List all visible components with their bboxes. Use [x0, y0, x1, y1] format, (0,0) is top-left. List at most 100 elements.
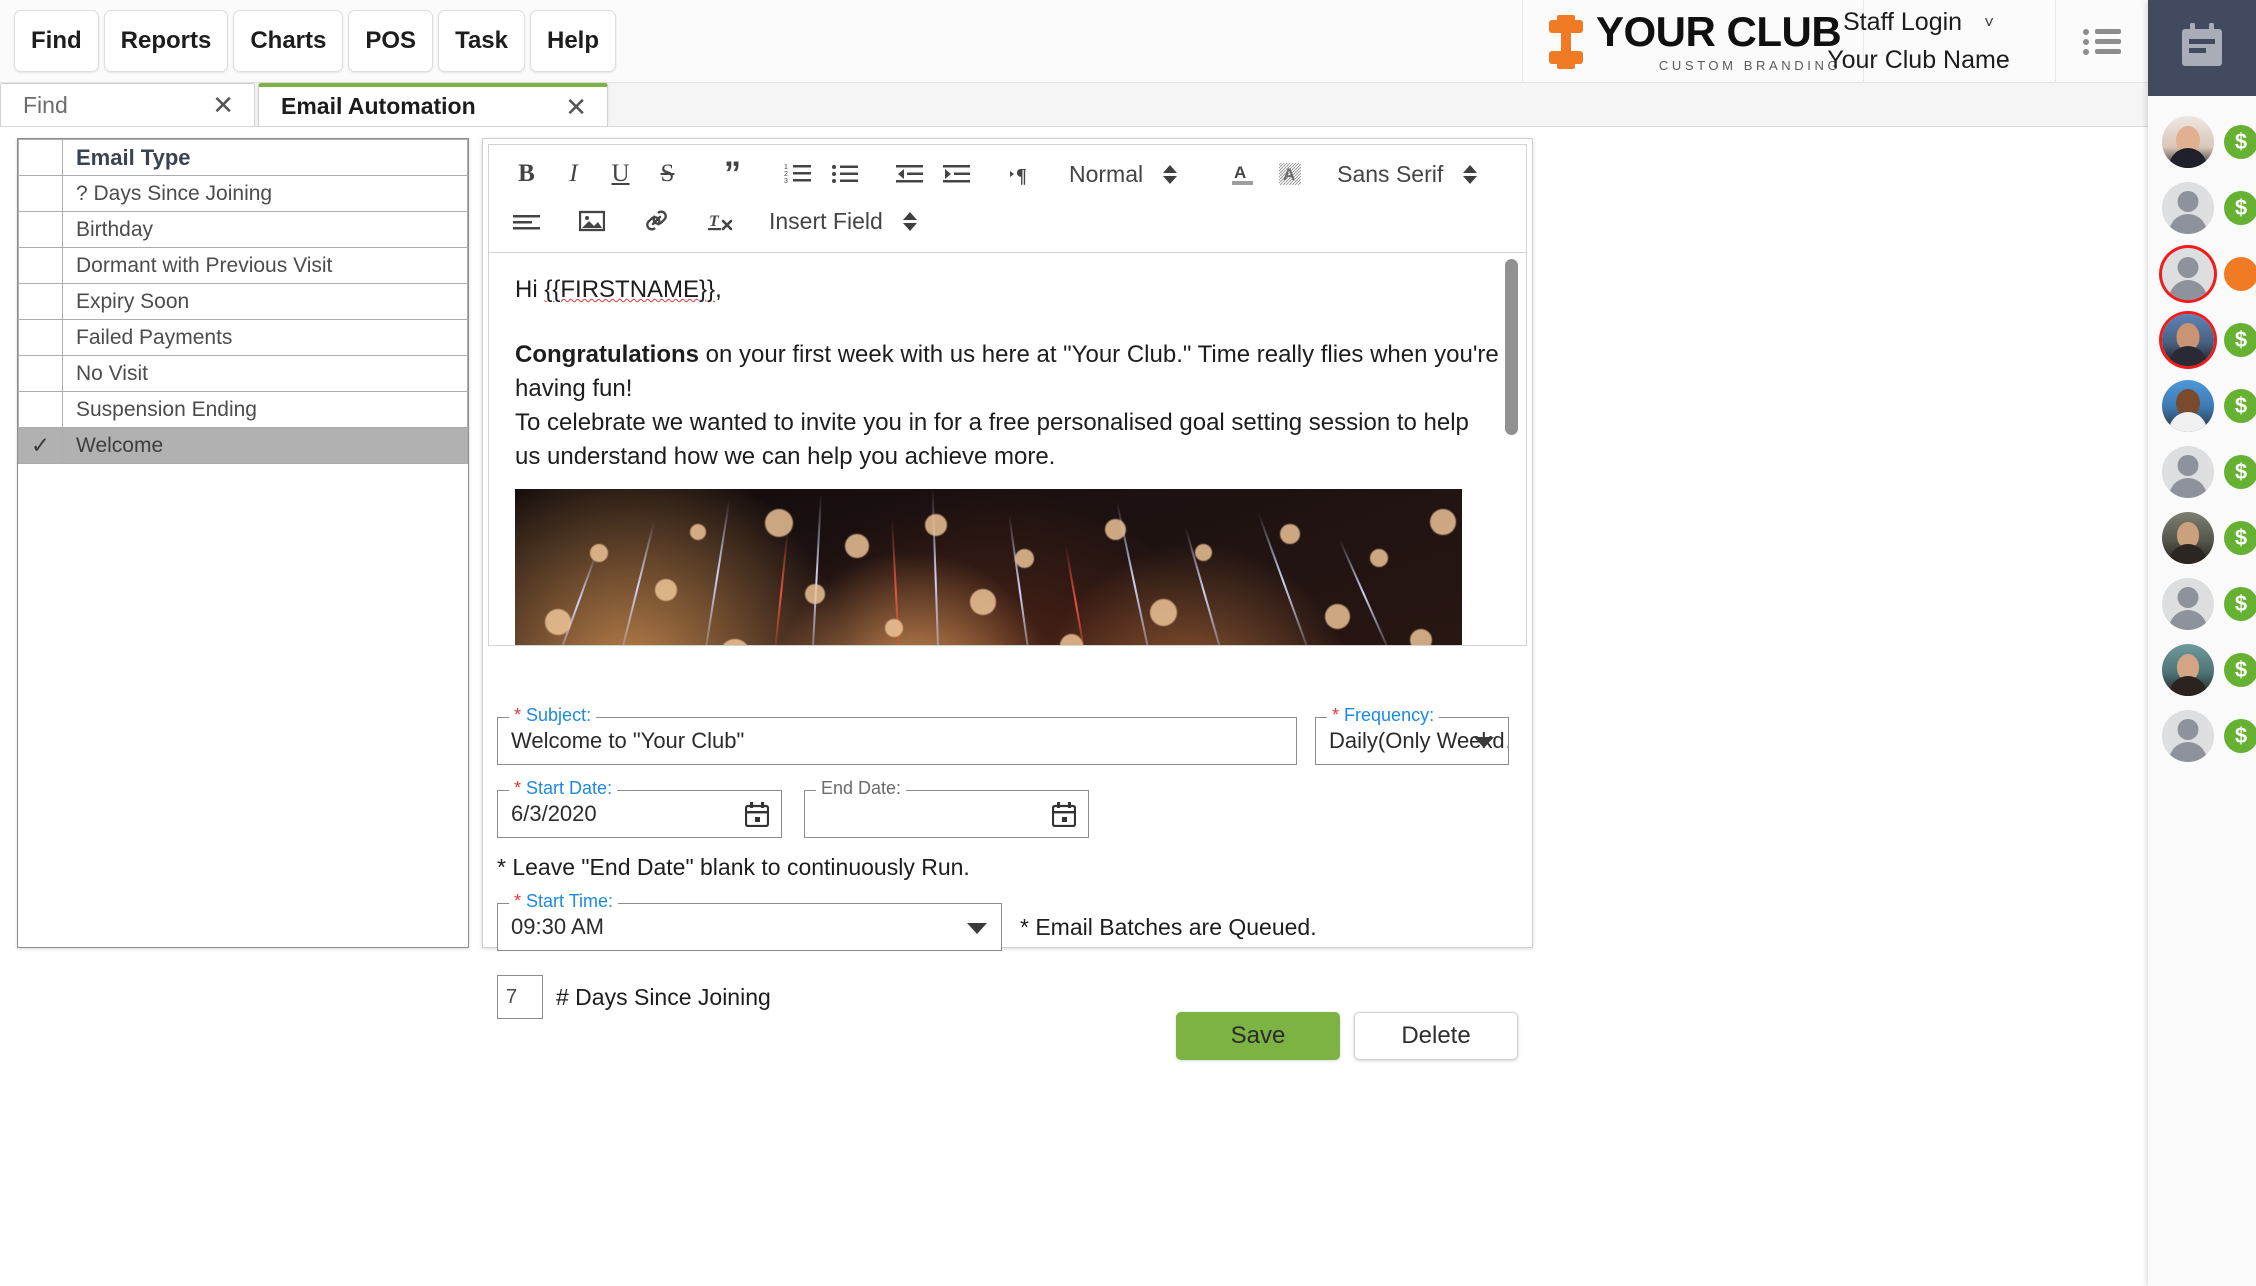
outdent-icon[interactable] [886, 155, 933, 193]
status-badge[interactable]: $ [2224, 719, 2256, 753]
status-badge[interactable]: $ [2224, 389, 2256, 423]
nav-find[interactable]: Find [14, 10, 99, 72]
underline-icon[interactable]: U [597, 155, 644, 193]
avatar[interactable] [2162, 314, 2214, 366]
subject-field[interactable]: * Subject: [497, 706, 1297, 765]
user-account-block[interactable]: Staff Login ˅ Your Club Name [1782, 0, 2056, 83]
bold-icon[interactable]: B [503, 155, 550, 193]
avatar[interactable] [2162, 578, 2214, 630]
dropdown-caret-icon[interactable] [967, 923, 987, 934]
rail-header[interactable] [2148, 0, 2256, 96]
subject-input[interactable] [498, 718, 1296, 764]
nav-pos[interactable]: POS [348, 10, 434, 72]
tab-find[interactable]: Find ✕ [0, 83, 255, 126]
action-button-row: Save Delete [483, 1012, 1532, 1060]
frequency-label: * Frequency: [1327, 705, 1440, 725]
delete-button[interactable]: Delete [1354, 1012, 1518, 1060]
nav-help[interactable]: Help [529, 10, 616, 72]
dropdown-caret-icon[interactable] [1474, 737, 1494, 748]
status-badge[interactable]: $ [2224, 125, 2256, 159]
start-time-label-text: Start Time: [526, 891, 614, 911]
email-body-content[interactable]: Hi {{FIRSTNAME}}, Congratulations on you… [489, 253, 1526, 645]
avatar[interactable] [2162, 116, 2214, 168]
list-item[interactable]: $ [2148, 446, 2256, 498]
date-row: * Start Date: End Date: [497, 779, 1518, 838]
link-icon[interactable] [633, 202, 680, 240]
email-type-column-header: Email Type [62, 139, 468, 176]
list-item[interactable]: $ [2148, 182, 2256, 234]
table-row[interactable]: Birthday [18, 211, 468, 248]
list-item[interactable]: $ [2148, 578, 2256, 630]
avatar[interactable] [2162, 446, 2214, 498]
svg-text:3: 3 [784, 178, 788, 185]
list-item[interactable]: $ [2148, 710, 2256, 762]
table-row[interactable]: Expiry Soon [18, 283, 468, 320]
menu-list-button[interactable] [2056, 0, 2148, 83]
avatar[interactable] [2162, 512, 2214, 564]
blockquote-icon[interactable]: ” [709, 155, 756, 193]
nav-charts[interactable]: Charts [233, 10, 344, 72]
end-date-field[interactable]: End Date: [804, 779, 1089, 838]
table-row[interactable]: Suspension Ending [18, 391, 468, 428]
start-date-field[interactable]: * Start Date: [497, 779, 782, 838]
font-select[interactable]: Sans Serif [1331, 155, 1483, 193]
status-badge[interactable]: $ [2224, 653, 2256, 687]
save-button[interactable]: Save [1176, 1012, 1340, 1060]
calendar-icon[interactable] [744, 802, 770, 832]
merge-field-token: {{FIRSTNAME}} [544, 276, 716, 303]
status-badge[interactable]: $ [2224, 521, 2256, 555]
status-badge[interactable] [2224, 257, 2256, 291]
email-body-editor[interactable]: Hi {{FIRSTNAME}}, Congratulations on you… [488, 253, 1527, 646]
tab-find-close-icon[interactable]: ✕ [212, 92, 234, 118]
avatar[interactable] [2162, 644, 2214, 696]
status-badge[interactable]: $ [2224, 455, 2256, 489]
strikethrough-icon[interactable]: S [644, 155, 691, 193]
fireworks-banner-image [515, 489, 1462, 645]
editor-scrollbar-thumb[interactable] [1505, 259, 1518, 435]
background-color-icon[interactable]: A [1266, 155, 1313, 193]
row-check-cell [18, 355, 63, 392]
club-name-label: Your Club Name [1827, 46, 2010, 74]
ordered-list-icon[interactable]: 123 [774, 155, 821, 193]
heading-select[interactable]: Normal [1063, 155, 1183, 193]
status-badge[interactable]: $ [2224, 191, 2256, 225]
greeting-line: Hi {{FIRSTNAME}}, [515, 273, 1500, 307]
list-item[interactable]: $ [2148, 512, 2256, 564]
chevron-down-icon[interactable]: ˅ [1984, 13, 1994, 33]
clear-format-icon[interactable]: T [698, 202, 745, 240]
avatar[interactable] [2162, 380, 2214, 432]
table-row[interactable]: No Visit [18, 355, 468, 392]
required-marker: * [1332, 705, 1340, 725]
list-item[interactable]: $ [2148, 380, 2256, 432]
tab-email-automation-close-icon[interactable]: ✕ [565, 94, 587, 120]
table-row-selected[interactable]: ✓ Welcome [18, 427, 468, 464]
avatar[interactable] [2162, 248, 2214, 300]
calendar-icon[interactable] [1051, 802, 1077, 832]
avatar[interactable] [2162, 710, 2214, 762]
nav-reports[interactable]: Reports [103, 10, 229, 72]
image-icon[interactable] [568, 202, 615, 240]
bullet-list-icon[interactable] [821, 155, 868, 193]
nav-task[interactable]: Task [438, 10, 525, 72]
list-item[interactable]: $ [2148, 644, 2256, 696]
text-direction-icon[interactable]: ¶ [998, 155, 1045, 193]
table-row[interactable]: ? Days Since Joining [18, 175, 468, 212]
start-time-row: * Start Time: 09:30 AM * Email Batches a… [497, 892, 1518, 951]
insert-field-select[interactable]: Insert Field [763, 202, 923, 240]
editor-scrollbar[interactable] [1504, 253, 1522, 645]
list-item[interactable]: $ [2148, 314, 2256, 366]
table-row[interactable]: Dormant with Previous Visit [18, 247, 468, 284]
list-item[interactable]: $ [2148, 116, 2256, 168]
table-row[interactable]: Failed Payments [18, 319, 468, 356]
align-icon[interactable] [503, 202, 550, 240]
status-badge[interactable]: $ [2224, 323, 2256, 357]
list-item[interactable] [2148, 248, 2256, 300]
italic-icon[interactable]: I [550, 155, 597, 193]
indent-icon[interactable] [933, 155, 980, 193]
frequency-field[interactable]: * Frequency: Daily(Only Weekd… [1315, 706, 1509, 765]
status-badge[interactable]: $ [2224, 587, 2256, 621]
tab-email-automation[interactable]: Email Automation ✕ [258, 83, 608, 126]
start-time-field[interactable]: * Start Time: 09:30 AM [497, 892, 1002, 951]
avatar[interactable] [2162, 182, 2214, 234]
text-color-icon[interactable]: A [1219, 155, 1266, 193]
